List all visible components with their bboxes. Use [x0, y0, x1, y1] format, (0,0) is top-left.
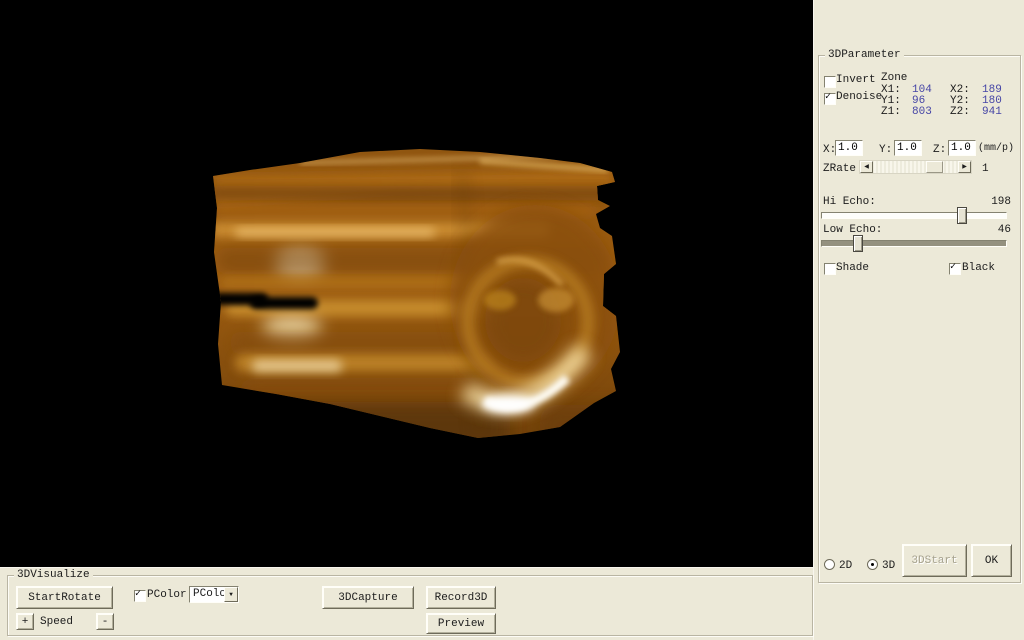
y-scale-input[interactable]	[894, 140, 922, 156]
visualize-panel: 3DVisualize StartRotate + Speed - ✓ PCol…	[0, 567, 813, 640]
denoise-checkbox[interactable]: ✓	[824, 93, 836, 105]
start-rotate-button[interactable]: StartRotate	[16, 586, 113, 609]
chevron-down-icon: ▼	[229, 592, 233, 598]
zrate-right-arrow[interactable]: ▶	[958, 161, 971, 173]
speed-minus-button[interactable]: -	[96, 613, 114, 630]
black-checkbox[interactable]: ✓	[949, 263, 961, 275]
zrate-value: 1	[982, 163, 989, 175]
zrate-thumb[interactable]	[926, 161, 943, 173]
arrow-right-icon: ▶	[962, 164, 967, 170]
pcolor-label: PColor	[147, 589, 187, 601]
3dcapture-button[interactable]: 3DCapture	[322, 586, 414, 609]
parameter-group-title: 3DParameter	[825, 48, 904, 62]
black-label: Black	[962, 262, 995, 274]
scale-unit-label: (mm/p)	[978, 143, 1014, 155]
low-echo-slider[interactable]	[821, 235, 1007, 253]
zone-label: Zone	[881, 72, 907, 84]
speed-label: Speed	[40, 616, 73, 628]
zrate-label: ZRate	[823, 163, 856, 175]
app-window: 3DParameter Invert ✓ Denoise Zone X1: 10…	[0, 0, 1024, 640]
low-echo-thumb[interactable]	[853, 235, 863, 252]
z-scale-input[interactable]	[948, 140, 976, 156]
low-echo-track[interactable]	[821, 240, 1007, 247]
pcolor-checkbox[interactable]: ✓	[134, 590, 146, 602]
check-mark: ✓	[135, 589, 141, 600]
speed-plus-button[interactable]: +	[16, 613, 34, 630]
check-mark: ✓	[825, 92, 831, 103]
mode-2d-radio[interactable]	[824, 559, 835, 570]
render-viewport[interactable]	[0, 0, 813, 567]
shade-label: Shade	[836, 262, 869, 274]
dropdown-button[interactable]: ▼	[224, 587, 238, 602]
hi-echo-thumb[interactable]	[957, 207, 967, 224]
x-scale-input[interactable]	[835, 140, 863, 156]
arrow-left-icon: ◀	[864, 164, 869, 170]
mode-2d-label: 2D	[839, 560, 852, 572]
check-mark: ✓	[950, 262, 956, 273]
zone-z2-label: Z2:	[950, 106, 970, 118]
visualize-group-title: 3DVisualize	[14, 568, 93, 582]
denoise-label: Denoise	[836, 91, 882, 103]
parameter-panel: 3DParameter Invert ✓ Denoise Zone X1: 10…	[813, 0, 1024, 640]
shade-checkbox[interactable]	[824, 263, 836, 275]
mode-3d-label: 3D	[882, 560, 895, 572]
hi-echo-track[interactable]	[821, 212, 1007, 219]
zrate-left-arrow[interactable]: ◀	[860, 161, 873, 173]
zone-z2-value: 941	[982, 106, 1002, 118]
preview-button[interactable]: Preview	[426, 613, 496, 634]
invert-label: Invert	[836, 74, 876, 86]
invert-checkbox[interactable]	[824, 76, 836, 88]
record3d-button[interactable]: Record3D	[426, 586, 496, 609]
z-scale-label: Z:	[933, 144, 946, 156]
visualize-groupbox: 3DVisualize StartRotate + Speed - ✓ PCol…	[7, 575, 813, 636]
y-scale-label: Y:	[879, 144, 892, 156]
mode-3d-radio[interactable]	[867, 559, 878, 570]
hi-echo-slider[interactable]	[821, 207, 1007, 225]
parameter-groupbox: 3DParameter Invert ✓ Denoise Zone X1: 10…	[818, 55, 1021, 583]
zone-z1-label: Z1:	[881, 106, 901, 118]
zrate-scrollbar[interactable]: ◀ ▶	[859, 160, 972, 174]
3dstart-button[interactable]: 3DStart	[902, 544, 967, 577]
ok-button[interactable]: OK	[971, 544, 1012, 577]
zone-z1-value: 803	[912, 106, 932, 118]
volume-render	[0, 0, 813, 567]
pcolor-dropdown[interactable]: PColor ▼	[189, 586, 239, 603]
